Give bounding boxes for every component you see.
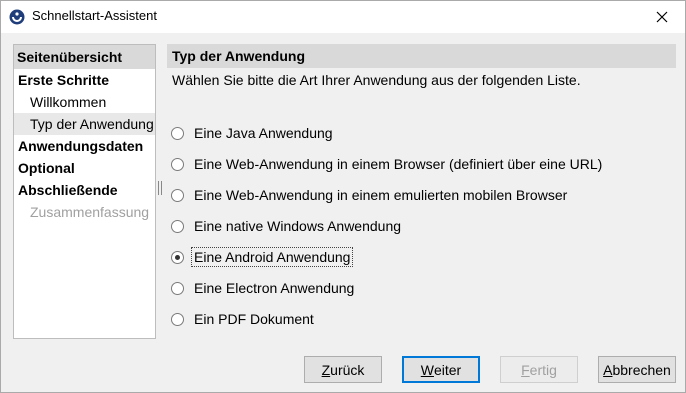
wizard-window: Schnellstart-Assistent Seitenübersicht E… <box>0 0 686 393</box>
sidebar-item-zusammenfassung: Zusammenfassung <box>30 204 150 220</box>
cancel-button-mnemonic: A <box>603 361 613 378</box>
option-label: Eine Android Anwendung <box>191 247 354 267</box>
back-button-label: urück <box>330 361 365 378</box>
page-description: Wählen Sie bitte die Art Ihrer Anwendung… <box>172 72 581 88</box>
finish-button-mnemonic: F <box>521 361 530 378</box>
option-electron-application[interactable]: Eine Electron Anwendung <box>171 277 357 299</box>
option-label: Eine Web-Anwendung in einem emulierten m… <box>194 187 568 203</box>
option-label: Eine Web-Anwendung in einem Browser (def… <box>194 156 603 172</box>
radio-button-selected[interactable] <box>171 250 184 264</box>
radio-button[interactable] <box>171 281 184 295</box>
radio-button[interactable] <box>171 126 184 140</box>
close-icon <box>656 11 668 22</box>
radio-button[interactable] <box>171 157 184 171</box>
option-native-windows-application[interactable]: Eine native Windows Anwendung <box>171 215 404 237</box>
panel-splitter-handle[interactable] <box>158 181 163 195</box>
window-title: Schnellstart-Assistent <box>32 8 157 23</box>
option-label: Eine Electron Anwendung <box>194 280 355 296</box>
app-logo-icon <box>9 9 25 25</box>
cancel-button-label: bbrechen <box>612 361 671 378</box>
sidebar-item-erste-schritte[interactable]: Erste Schritte <box>14 69 155 91</box>
option-web-application-browser[interactable]: Eine Web-Anwendung in einem Browser (def… <box>171 153 605 175</box>
radio-button[interactable] <box>171 312 184 326</box>
main-content: Typ der Anwendung Wählen Sie bitte die A… <box>167 44 676 339</box>
sidebar-item-anwendungsdaten[interactable]: Anwendungsdaten <box>14 135 155 157</box>
page-overview-header: Seitenübersicht <box>14 45 155 69</box>
option-android-application[interactable]: Eine Android Anwendung <box>171 246 354 268</box>
option-label: Eine Java Anwendung <box>194 125 333 141</box>
next-button[interactable]: Weiter <box>402 356 480 383</box>
finish-button: Fertig <box>500 356 578 383</box>
radio-button[interactable] <box>171 188 184 202</box>
option-label: Eine native Windows Anwendung <box>194 218 402 234</box>
back-button-mnemonic: Z <box>321 361 331 378</box>
back-button[interactable]: Zurück <box>304 356 382 383</box>
option-label: Ein PDF Dokument <box>194 311 314 327</box>
title-bar: Schnellstart-Assistent <box>1 1 685 33</box>
finish-button-label: ertig <box>529 361 557 378</box>
cancel-button[interactable]: Abbrechen <box>598 356 676 383</box>
next-button-label: eiter <box>433 361 462 378</box>
page-overview-panel: Seitenübersicht Erste Schritte Willkomme… <box>13 44 156 339</box>
sidebar-item-typ-der-anwendung[interactable]: Typ der Anwendung <box>14 113 155 135</box>
close-button[interactable] <box>639 1 685 32</box>
sidebar-item-optional[interactable]: Optional <box>14 157 155 179</box>
page-title: Typ der Anwendung <box>167 44 676 68</box>
sidebar-item-willkommen[interactable]: Willkommen <box>14 91 155 113</box>
option-web-application-mobile[interactable]: Eine Web-Anwendung in einem emulierten m… <box>171 184 570 206</box>
radio-button[interactable] <box>171 219 184 233</box>
next-button-mnemonic: W <box>420 361 434 378</box>
option-pdf-document[interactable]: Ein PDF Dokument <box>171 308 317 330</box>
option-java-application[interactable]: Eine Java Anwendung <box>171 122 336 144</box>
sidebar-item-abschliessende[interactable]: Abschließende <box>14 179 155 201</box>
